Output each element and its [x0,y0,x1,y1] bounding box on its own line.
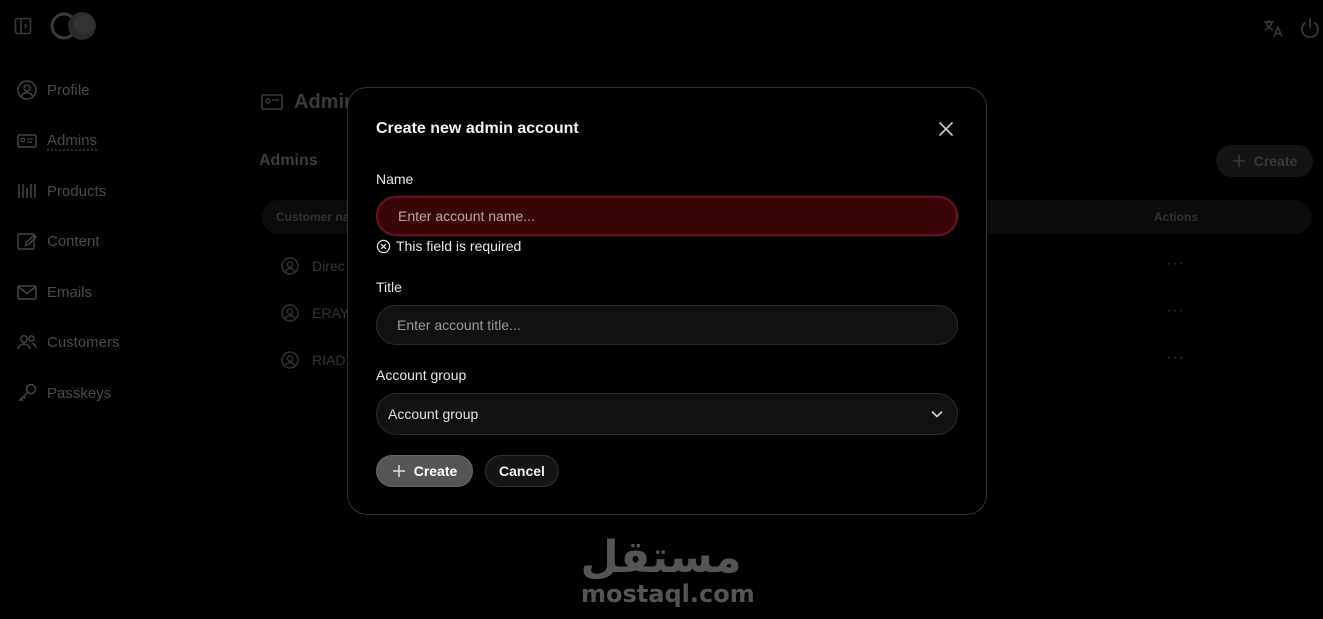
plus-icon [392,465,405,477]
sidebar-item-label: Emails [47,283,93,301]
cancel-button[interactable]: Cancel [485,455,559,487]
close-icon [939,122,953,136]
sidebar-item-customers[interactable]: Customers [16,327,120,357]
account-group-label: Account group [376,367,467,383]
error-circle-icon [376,239,391,253]
row-name: Direc [312,258,345,274]
title-input[interactable] [376,305,958,345]
section-title: Admins [259,152,318,169]
user-circle-icon [281,257,299,275]
sidebar-item-label: Products [47,182,107,200]
watermark-latin: mostaql.com [581,580,755,608]
name-input[interactable] [376,196,958,236]
id-card-icon [17,134,37,148]
sidebar-item-label: Passkeys [47,384,112,402]
mail-icon [17,285,37,300]
row-name: ERAY [312,305,350,321]
plus-icon [1232,155,1245,167]
sidebar-item-admins[interactable]: Admins [16,126,98,156]
id-card-icon [261,94,283,110]
create-admin-button[interactable]: Create [1216,145,1313,177]
power-icon[interactable] [1299,17,1321,39]
row-name: RIAD [312,352,346,368]
account-group-value: Account group [388,406,479,422]
chevron-down-icon [931,411,943,418]
sidebar-item-passkeys[interactable]: Passkeys [16,378,111,408]
sidebar-item-label: Customers [47,333,120,351]
table-row[interactable]: RIAD [280,348,345,372]
table-row[interactable]: ERAY [280,301,349,325]
user-circle-icon [17,80,37,100]
create-admin-label: Create [1253,153,1298,169]
create-button-label: Create [413,463,458,479]
row-actions-button[interactable]: ··· [1166,255,1185,273]
key-icon [18,383,37,402]
sidebar-item-products[interactable]: Products [16,176,106,206]
close-button[interactable] [934,117,958,141]
watermark-arabic: مستقل [580,532,742,583]
column-header-customer: Customer na [276,210,350,224]
translate-icon[interactable] [1262,17,1284,39]
sidebar-toggle-icon[interactable] [14,17,32,35]
sidebar-item-label: Content [47,232,100,250]
sidebar-item-label: Profile [47,81,90,99]
account-group-select[interactable]: Account group [376,393,958,435]
top-bar [0,0,1323,52]
users-icon [17,335,37,350]
table-row[interactable]: Direc [280,254,345,278]
watermark-logo: مستقل mostaql.com [575,528,755,610]
content-icon [17,233,37,250]
app-logo-icon[interactable] [50,10,98,42]
user-circle-icon [281,304,299,322]
column-header-actions: Actions [1154,210,1199,224]
name-label: Name [376,171,414,187]
row-actions-button[interactable]: ··· [1166,349,1185,367]
name-error: This field is required [376,238,521,254]
products-icon [18,184,36,198]
sidebar-item-content[interactable]: Content [16,226,100,256]
user-circle-icon [281,351,299,369]
create-admin-modal: Create new admin account Name This field… [347,87,987,515]
title-label: Title [376,279,402,295]
sidebar-item-profile[interactable]: Profile [16,75,90,105]
row-actions-button[interactable]: ··· [1166,302,1185,320]
sidebar-item-label: Admins [47,131,98,151]
modal-title: Create new admin account [376,120,579,137]
name-error-text: This field is required [396,238,522,254]
create-button[interactable]: Create [376,455,473,487]
sidebar-item-emails[interactable]: Emails [16,277,92,307]
